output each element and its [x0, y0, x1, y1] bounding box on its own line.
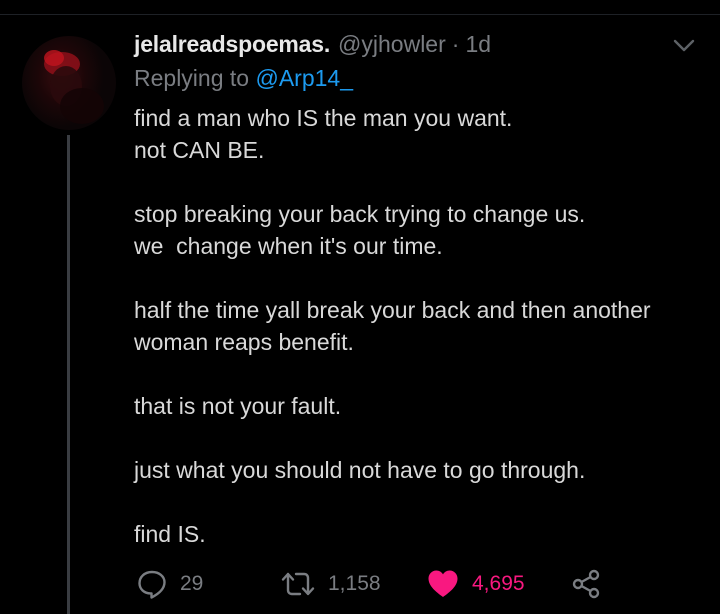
avatar[interactable] — [22, 36, 116, 130]
reply-icon — [138, 570, 166, 599]
tweet-text-line — [134, 358, 709, 390]
replying-to-line: Replying to @Arp14_ — [134, 65, 353, 92]
tweet-text: find a man who IS the man you want. not … — [134, 102, 709, 550]
avatar-image — [44, 50, 104, 124]
like-button[interactable]: 4,695 — [426, 566, 525, 602]
tweet-header: jelalreadspoemas. @yjhowler · 1d — [134, 31, 491, 61]
retweet-count: 1,158 — [328, 572, 381, 595]
tweet-text-line — [134, 262, 709, 294]
header-separator: · — [451, 31, 460, 57]
tweet-text-line: find a man who IS the man you want. — [134, 105, 513, 131]
share-icon — [572, 569, 600, 599]
tweet-text-line: not CAN BE. — [134, 137, 265, 163]
tweet-text-line: stop breaking your back trying to change… — [134, 201, 586, 227]
heart-icon — [428, 570, 458, 597]
tweet-text-line: woman reaps benefit. — [134, 329, 354, 355]
reply-count: 29 — [180, 572, 204, 595]
like-count: 4,695 — [472, 572, 525, 595]
reply-target-link[interactable]: @Arp14_ — [255, 65, 353, 91]
tweet-text-line: find IS. — [134, 521, 206, 547]
reply-button[interactable]: 29 — [136, 566, 203, 602]
chevron-down-icon[interactable] — [671, 36, 697, 56]
tweet-text-line: that is not your fault. — [134, 393, 342, 419]
share-button[interactable] — [570, 566, 614, 602]
tweet-age[interactable]: 1d — [465, 31, 491, 58]
tweet-text-line — [134, 422, 709, 454]
tweet-text-line: just what you should not have to go thro… — [134, 457, 586, 483]
tweet-text-line — [134, 166, 709, 198]
display-name[interactable]: jelalreadspoemas. — [134, 31, 330, 58]
retweet-button[interactable]: 1,158 — [280, 566, 381, 602]
user-handle[interactable]: @yjhowler — [338, 31, 446, 58]
thread-connector-line — [67, 135, 70, 614]
tweet-text-line: we change when it's our time. — [134, 233, 443, 259]
tweet-text-line — [134, 486, 709, 518]
tweet-text-line: half the time yall break your back and t… — [134, 297, 651, 323]
tweet-actions-bar: 29 1,158 4,695 — [0, 566, 720, 602]
retweet-icon — [281, 572, 315, 596]
replying-to-label: Replying to — [134, 65, 250, 91]
top-divider — [0, 14, 720, 15]
